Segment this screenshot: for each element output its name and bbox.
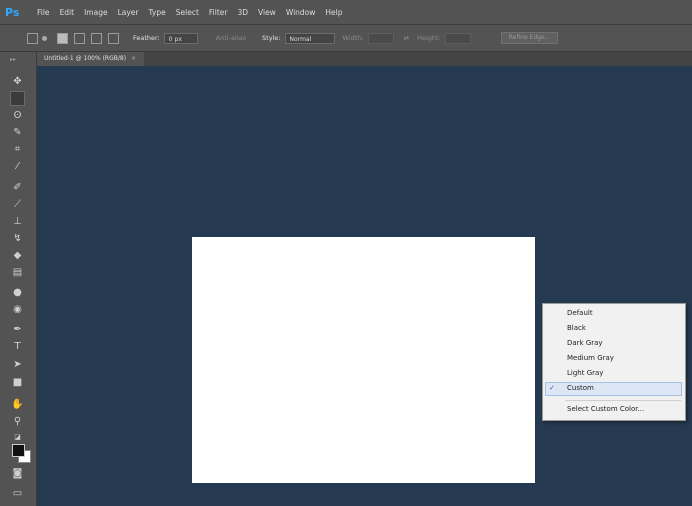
hand-icon[interactable]: ✋ xyxy=(10,397,25,412)
lasso-icon[interactable]: ʘ xyxy=(10,108,25,123)
feather-input[interactable]: 0 px xyxy=(163,32,198,44)
menu-item-medium-gray[interactable]: Medium Gray xyxy=(567,352,614,365)
rectangle-icon[interactable]: ■ xyxy=(10,375,25,390)
menu-file[interactable]: File xyxy=(37,8,50,17)
blur-icon[interactable]: ● xyxy=(10,285,25,300)
document-tab-bar: Untitled-1 @ 100% (RGB/8) × xyxy=(36,52,692,66)
style-label: Style: xyxy=(262,34,281,42)
marquee-icon[interactable] xyxy=(10,91,25,106)
quick-mask-icon[interactable]: ◙ xyxy=(10,466,25,481)
swap-icon[interactable]: ⇄ xyxy=(404,34,409,42)
menu-item-light-gray[interactable]: Light Gray xyxy=(567,367,603,380)
menu-item-select-custom-color[interactable]: Select Custom Color... xyxy=(567,403,644,416)
menu-edit[interactable]: Edit xyxy=(60,8,75,17)
eraser-icon[interactable]: ◆ xyxy=(10,248,25,263)
new-selection-icon[interactable] xyxy=(57,32,68,44)
foreground-color-swatch[interactable] xyxy=(12,444,25,457)
menu-separator xyxy=(565,400,681,401)
eyedropper-icon[interactable]: ⁄ xyxy=(10,159,25,174)
stamp-icon[interactable]: ⊥ xyxy=(10,214,25,229)
default-colors-icon[interactable]: ◪ xyxy=(10,430,25,445)
menu-filter[interactable]: Filter xyxy=(209,8,228,17)
menu-window[interactable]: Window xyxy=(286,8,316,17)
height-input[interactable] xyxy=(444,32,471,44)
move-icon[interactable]: ✥ xyxy=(10,74,25,89)
menu-item-custom-highlight[interactable] xyxy=(545,382,682,396)
menu-item-dark-gray[interactable]: Dark Gray xyxy=(567,337,603,350)
menu-type[interactable]: Type xyxy=(149,8,166,17)
gradient-icon[interactable]: ▤ xyxy=(10,265,25,280)
healing-icon[interactable]: ✐ xyxy=(10,180,25,195)
preset-dropdown-icon[interactable] xyxy=(42,35,47,41)
document-tab[interactable]: Untitled-1 @ 100% (RGB/8) × xyxy=(36,52,145,66)
checkmark-icon: ✓ xyxy=(549,384,555,392)
dodge-icon[interactable]: ◉ xyxy=(10,302,25,317)
marquee-preset-icon[interactable] xyxy=(27,32,38,44)
history-brush-icon[interactable]: ↯ xyxy=(10,231,25,246)
menu-layer[interactable]: Layer xyxy=(118,8,139,17)
style-select[interactable]: Normal xyxy=(284,32,335,44)
document-canvas[interactable] xyxy=(192,237,535,483)
brush-icon[interactable]: ⟋ xyxy=(10,197,25,212)
antialias-checkbox[interactable]: Anti-alias xyxy=(216,34,246,42)
width-input[interactable] xyxy=(367,32,394,44)
close-tab-icon[interactable]: × xyxy=(131,55,136,62)
screen-mode-icon[interactable]: ▭ xyxy=(10,486,25,501)
options-bar: Feather: 0 px Anti-alias Style: Normal W… xyxy=(0,25,692,52)
menu-item-black[interactable]: Black xyxy=(567,322,586,335)
pasteboard-color-menu: Default Black Dark Gray Medium Gray Ligh… xyxy=(542,303,686,421)
photoshop-logo: Ps xyxy=(5,5,20,19)
width-label: Width: xyxy=(342,34,364,42)
zoom-icon[interactable]: ⚲ xyxy=(10,414,25,429)
intersect-selection-icon[interactable] xyxy=(108,32,119,44)
menu-item-default[interactable]: Default xyxy=(567,307,593,320)
feather-label: Feather: xyxy=(133,34,160,42)
path-select-icon[interactable]: ➤ xyxy=(10,357,25,372)
crop-icon[interactable]: ⌗ xyxy=(10,142,25,157)
tools-panel: ▸▸ ✥ ʘ ✎ ⌗ ⁄ ✐ ⟋ ⊥ ↯ ◆ ▤ ● ◉ ✒ T ➤ ■ ✋ ⚲… xyxy=(0,52,37,506)
menu-bar: Ps File Edit Image Layer Type Select Fil… xyxy=(0,0,692,25)
quick-select-icon[interactable]: ✎ xyxy=(10,125,25,140)
refine-edge-button[interactable]: Refine Edge... xyxy=(500,32,559,44)
menu-select[interactable]: Select xyxy=(176,8,199,17)
collapse-icon[interactable]: ▸▸ xyxy=(10,56,16,63)
height-label: Height: xyxy=(417,34,441,42)
document-title: Untitled-1 @ 100% (RGB/8) xyxy=(44,55,127,62)
menu-image[interactable]: Image xyxy=(84,8,108,17)
pen-icon[interactable]: ✒ xyxy=(10,322,25,337)
menu-item-custom[interactable]: Custom xyxy=(567,382,594,395)
menu-3d[interactable]: 3D xyxy=(237,8,248,17)
menu-view[interactable]: View xyxy=(258,8,276,17)
type-icon[interactable]: T xyxy=(10,339,25,354)
add-selection-icon[interactable] xyxy=(74,32,85,44)
menu-help[interactable]: Help xyxy=(325,8,342,17)
subtract-selection-icon[interactable] xyxy=(91,32,102,44)
